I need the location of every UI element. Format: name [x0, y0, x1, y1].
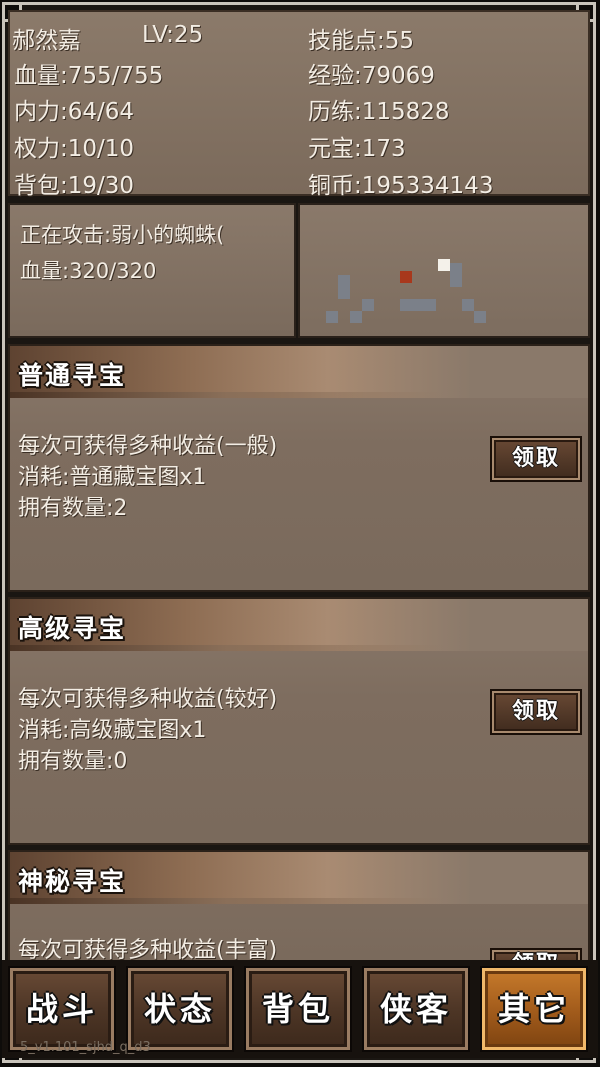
- panel-description: 每次可获得多种收益(一般): [18, 434, 278, 459]
- panel-title: 普通寻宝: [18, 361, 127, 390]
- map-tile: [450, 275, 462, 287]
- panel-owned-count: 拥有数量:0: [18, 749, 128, 774]
- map-tile: [338, 287, 350, 299]
- player-stats-panel: 郝然嘉 LV:25 血量:755/755 内力:64/64 权力:10/10 背…: [8, 10, 590, 199]
- map-tile: [450, 263, 462, 275]
- treasure-panel-mystic: 神秘寻宝 每次可获得多种收益(丰富) 领取: [8, 850, 590, 962]
- treasure-panel-advanced: 高级寻宝 每次可获得多种收益(较好) 消耗:高级藏宝图x1 拥有数量:0 领取: [8, 597, 590, 845]
- panel-title: 神秘寻宝: [18, 867, 127, 896]
- player-copper: 铜币:195334143: [308, 173, 494, 199]
- target-attacking: 正在攻击:弱小的蜘蛛(: [20, 223, 225, 247]
- panel-cost: 消耗:高级藏宝图x1: [18, 718, 207, 743]
- claim-button[interactable]: 领取: [490, 689, 582, 735]
- map-tile: [400, 299, 412, 311]
- minimap[interactable]: [298, 203, 590, 338]
- panel-description: 每次可获得多种收益(较好): [18, 687, 278, 712]
- map-tile: [350, 311, 362, 323]
- panel-cost: 消耗:普通藏宝图x1: [18, 465, 207, 490]
- tab-bag[interactable]: 背包: [244, 966, 352, 1052]
- version-label: 5_v1.101_sjhd_q_d3: [20, 1040, 151, 1055]
- player-level: LV:25: [142, 22, 204, 48]
- map-tile: [424, 299, 436, 311]
- panel-header: 普通寻宝: [10, 346, 588, 398]
- player-hp: 血量:755/755: [14, 63, 164, 89]
- player-mp: 内力:64/64: [14, 99, 135, 125]
- target-info-panel[interactable]: 正在攻击:弱小的蜘蛛( 血量:320/320: [8, 203, 296, 338]
- enemy-marker: [400, 271, 412, 283]
- claim-button[interactable]: 领取: [490, 436, 582, 482]
- player-exp: 经验:79069: [308, 63, 435, 89]
- target-hp: 血量:320/320: [20, 259, 157, 283]
- map-tile: [326, 311, 338, 323]
- panel-header: 高级寻宝: [10, 599, 588, 651]
- player-name: 郝然嘉: [12, 28, 81, 54]
- map-tile: [412, 299, 424, 311]
- player-authority: 权力:10/10: [14, 136, 135, 162]
- map-tile: [462, 299, 474, 311]
- player-marker: [438, 259, 450, 271]
- panel-header: 神秘寻宝: [10, 852, 588, 904]
- player-training: 历练:115828: [308, 99, 450, 125]
- player-bag-capacity: 背包:19/30: [14, 173, 135, 199]
- panel-description: 每次可获得多种收益(丰富): [18, 938, 278, 962]
- panel-title: 高级寻宝: [18, 614, 127, 643]
- player-yuanbao: 元宝:173: [308, 136, 406, 162]
- panel-owned-count: 拥有数量:2: [18, 496, 128, 521]
- player-skill-points: 技能点:55: [308, 28, 415, 54]
- tab-companions[interactable]: 侠客: [362, 966, 470, 1052]
- treasure-panel-common: 普通寻宝 每次可获得多种收益(一般) 消耗:普通藏宝图x1 拥有数量:2 领取: [8, 344, 590, 592]
- map-tile: [474, 311, 486, 323]
- tab-other[interactable]: 其它: [480, 966, 588, 1052]
- map-tile: [362, 299, 374, 311]
- map-tile: [338, 275, 350, 287]
